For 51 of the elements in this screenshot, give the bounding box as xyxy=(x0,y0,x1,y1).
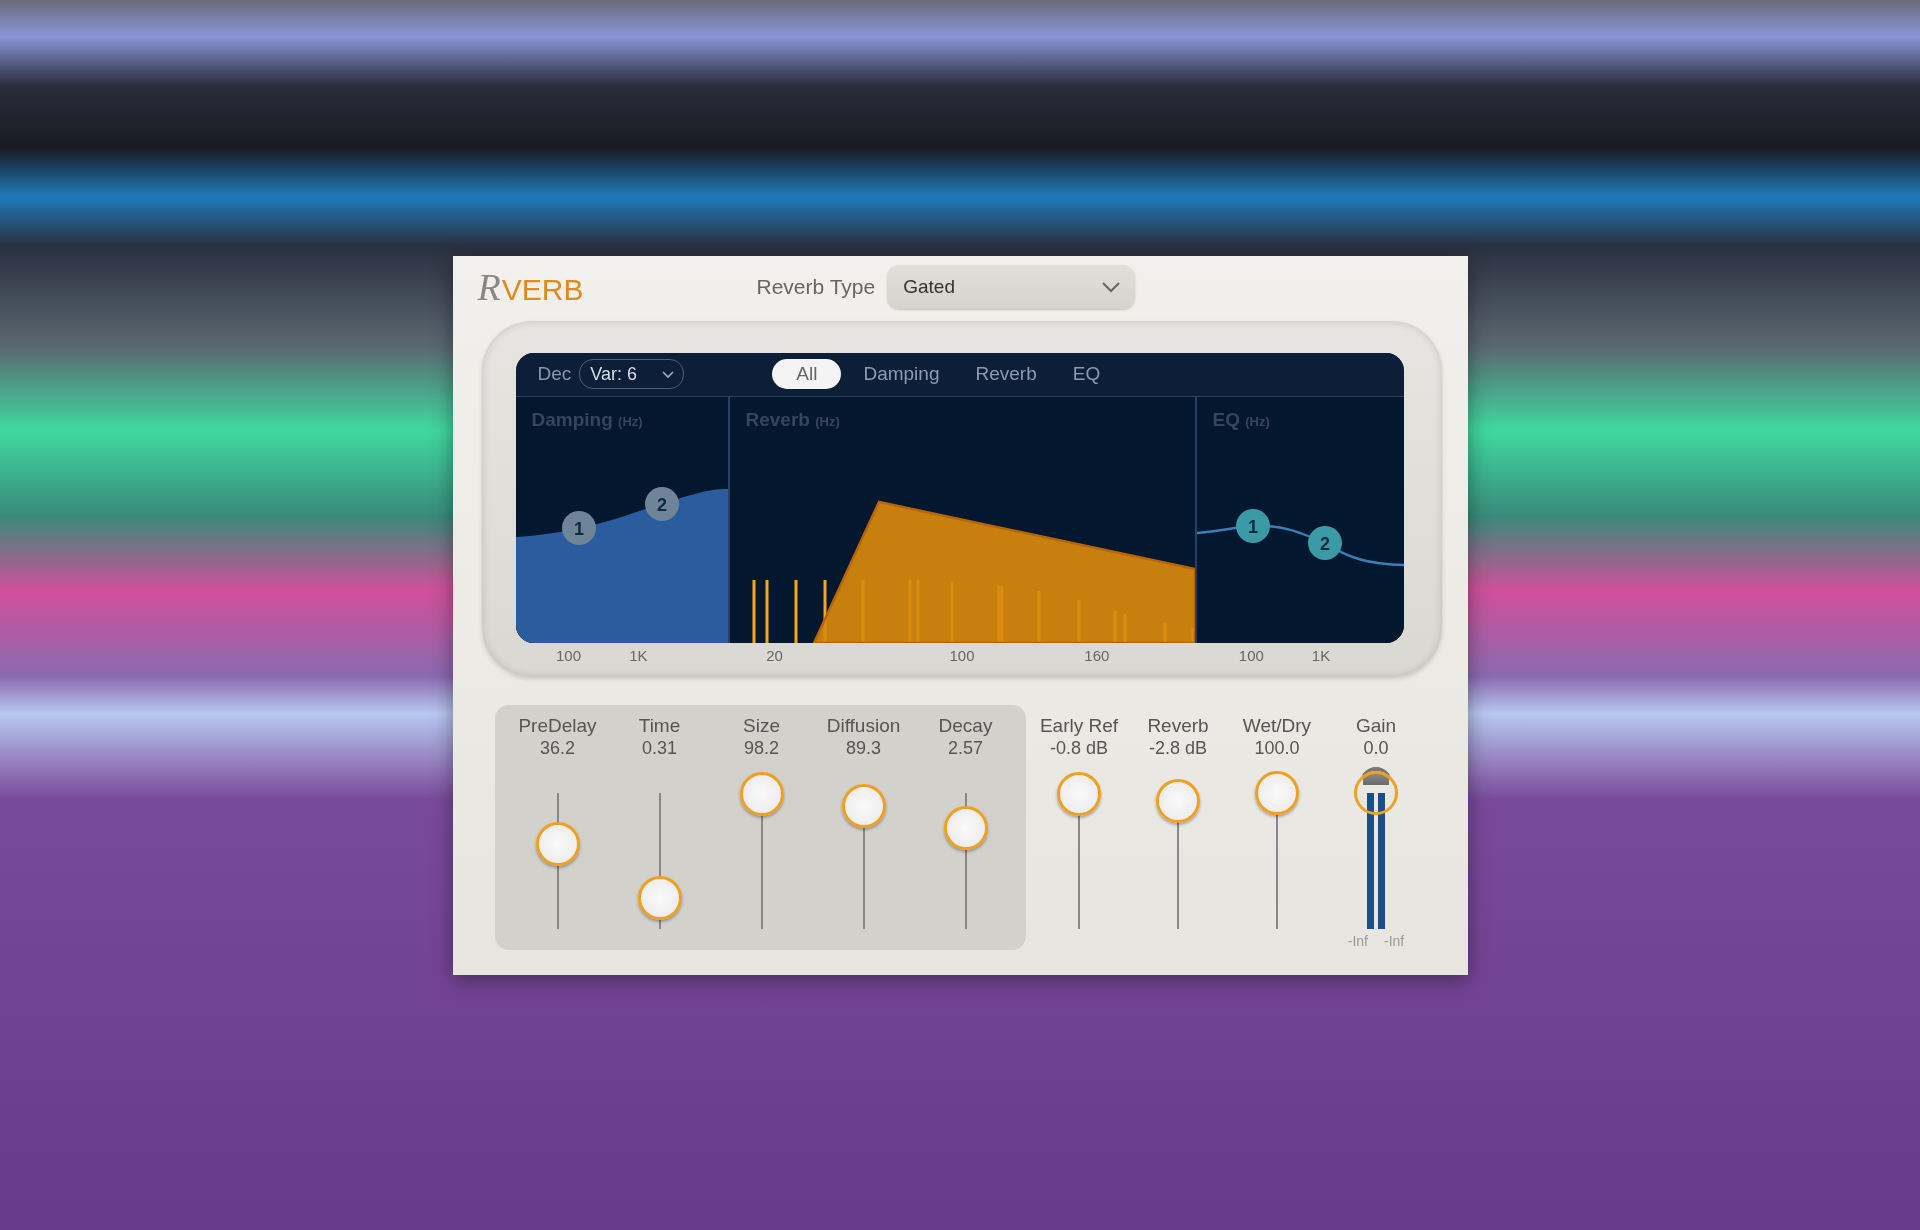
axis-tick-label: 1K xyxy=(629,646,648,664)
slider-thumb[interactable] xyxy=(841,784,886,828)
slider-label: Decay xyxy=(938,714,993,737)
axis-tick-label: 100 xyxy=(1238,646,1264,664)
curve-node: 2 xyxy=(1307,525,1342,560)
slider-label: Wet/Dry xyxy=(1242,714,1312,737)
chevron-down-icon xyxy=(1101,280,1122,293)
slider-thumb[interactable] xyxy=(739,771,784,816)
view-tab[interactable]: EQ xyxy=(1058,359,1115,389)
fader-handle[interactable] xyxy=(1354,770,1398,815)
slider-label: Gain xyxy=(1355,714,1397,737)
slider-thumb[interactable] xyxy=(1156,778,1200,823)
view-tab[interactable]: Reverb xyxy=(961,359,1051,389)
slider-label: Time xyxy=(638,714,681,737)
slider-value: 36.2 xyxy=(539,736,575,759)
slider-value: 100.0 xyxy=(1254,736,1300,759)
slider-label: Early Ref xyxy=(1039,714,1119,737)
slider-label: PreDelay xyxy=(518,714,597,737)
logo: RVERB xyxy=(477,264,585,309)
dec-label: Dec xyxy=(537,363,572,385)
slider-label: Size xyxy=(743,714,780,737)
axis-tick-label: 100 xyxy=(949,646,975,664)
view-tab[interactable]: Damping xyxy=(849,359,954,389)
slider-thumb[interactable] xyxy=(1057,771,1101,816)
slider-value: 0.31 xyxy=(641,736,677,759)
curve-node: 1 xyxy=(1235,508,1270,543)
reverb-type-label: Reverb Type xyxy=(756,274,876,299)
curve-node: 2 xyxy=(644,486,679,521)
curve-node: 1 xyxy=(561,510,596,545)
variation-dropdown[interactable]: Var: 6 xyxy=(579,359,685,389)
axis-tick-label: 100 xyxy=(556,646,581,664)
slider-thumb[interactable] xyxy=(637,875,682,920)
slider-thumb[interactable] xyxy=(535,821,580,866)
slider-thumb[interactable] xyxy=(1255,770,1299,815)
slider-label: Reverb xyxy=(1147,714,1209,737)
axis-tick-label: 160 xyxy=(1084,646,1110,664)
reverb-type-dropdown[interactable]: Gated xyxy=(887,264,1136,309)
meter-reading: -Inf xyxy=(1347,932,1368,949)
view-tab[interactable]: All xyxy=(772,359,842,389)
slider-value: 89.3 xyxy=(845,736,881,759)
axis-tick-label: 20 xyxy=(766,646,783,664)
slider-value: -0.8 dB xyxy=(1049,736,1108,759)
slider-label: Diffusion xyxy=(826,714,901,737)
slider-value: -2.8 dB xyxy=(1148,736,1207,759)
slider-value: 0.0 xyxy=(1363,736,1389,759)
slider-value: 98.2 xyxy=(743,736,779,759)
axis-tick-label: 1K xyxy=(1311,646,1331,664)
slider-value: 2.57 xyxy=(947,736,983,759)
meter-reading: -Inf xyxy=(1384,932,1405,949)
chevron-down-icon xyxy=(661,369,676,379)
slider-thumb[interactable] xyxy=(943,805,988,850)
